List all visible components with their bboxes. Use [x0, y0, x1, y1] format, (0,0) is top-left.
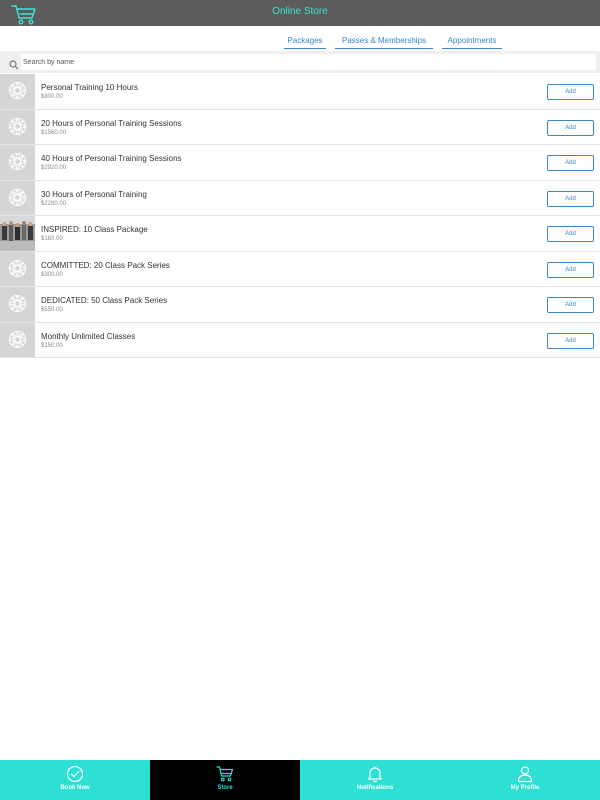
product-name: DEDICATED: 50 Class Pack Series [41, 296, 168, 305]
search-bar [0, 51, 600, 73]
add-to-cart-button[interactable]: Add [547, 332, 594, 349]
tab-packages[interactable]: Packages [284, 36, 326, 49]
product-list: Personal Training 10 Hours $800.00 Add 20 H… [0, 74, 600, 358]
product-row[interactable]: DEDICATED: 50 Class Pack Series $550.00 Ad… [0, 287, 600, 323]
product-price: $800.00 [41, 94, 63, 100]
product-photo [0, 216, 35, 251]
tab-appointments[interactable]: Appointments [442, 36, 502, 49]
add-to-cart-button[interactable]: Add [547, 226, 594, 242]
product-row[interactable]: 40 Hours of Personal Training Sessions $2… [0, 145, 600, 181]
page-title: Online Store [272, 6, 328, 17]
flower-placeholder-icon [0, 145, 35, 180]
product-price: $300.00 [41, 271, 63, 278]
nav-label: My Profile [510, 785, 540, 791]
flower-placeholder-icon [0, 109, 35, 144]
add-to-cart-button[interactable]: Add [547, 261, 594, 278]
flower-placeholder-icon [0, 322, 35, 357]
product-row[interactable]: Personal Training 10 Hours $800.00 Add [0, 74, 600, 110]
nav-label: Store [217, 785, 233, 791]
product-name: COMMITTED: 20 Class Pack Series [41, 260, 170, 270]
add-to-cart-button[interactable]: Add [547, 119, 594, 136]
add-to-cart-button[interactable]: Add [547, 155, 594, 171]
app-screen: Online Store Packages Passes & Membershi… [0, 0, 600, 800]
nav-store[interactable]: Store [150, 760, 300, 800]
flower-placeholder-icon [0, 251, 35, 286]
product-name: 30 Hours of Personal Training [41, 189, 147, 199]
product-row[interactable]: 20 Hours of Personal Training Sessions $1… [0, 109, 600, 145]
product-price: $2280.00 [41, 200, 67, 207]
search-icon [9, 57, 19, 70]
product-name: Personal Training 10 Hours [41, 83, 138, 92]
nav-my-profile[interactable]: My Profile [450, 760, 600, 800]
nav-notifications[interactable]: Notifications [300, 760, 450, 800]
product-price: $180.00 [41, 236, 63, 242]
tab-passes-memberships[interactable]: Passes & Memberships [335, 36, 433, 49]
product-name: INSPIRED: 10 Class Package [41, 225, 148, 234]
product-row[interactable]: INSPIRED: 10 Class Package $180.00 Add [0, 216, 600, 252]
category-tabs: Packages Passes & Memberships Appointmen… [0, 26, 600, 50]
nav-label: Notifications [356, 785, 394, 791]
product-row[interactable]: COMMITTED: 20 Class Pack Series $300.00 Ad… [0, 251, 600, 287]
top-bar: Online Store [0, 0, 600, 26]
nav-book-now[interactable]: Book Now [0, 760, 150, 800]
flower-placeholder-icon [0, 180, 35, 215]
product-price: $150.00 [41, 342, 63, 349]
product-price: $2920.00 [41, 165, 67, 171]
product-name: 40 Hours of Personal Training Sessions [41, 154, 182, 163]
product-price: $550.00 [41, 307, 63, 313]
add-to-cart-button[interactable]: Add [547, 297, 594, 313]
product-row[interactable]: 30 Hours of Personal Training $2280.00 Add [0, 180, 600, 216]
product-name: 20 Hours of Personal Training Sessions [41, 118, 182, 128]
product-price: $1560.00 [41, 129, 67, 136]
flower-placeholder-icon [0, 74, 35, 109]
product-row[interactable]: Monthly Unlimited Classes $150.00 Add [0, 322, 600, 358]
product-name: Monthly Unlimited Classes [41, 331, 136, 341]
search-input[interactable] [21, 54, 596, 70]
flower-placeholder-icon [0, 287, 35, 322]
add-to-cart-button[interactable]: Add [547, 190, 594, 207]
add-to-cart-button[interactable]: Add [547, 84, 594, 100]
bottom-nav: Book Now Store Notifications My Profile [0, 760, 600, 800]
nav-label: Book Now [60, 785, 90, 791]
